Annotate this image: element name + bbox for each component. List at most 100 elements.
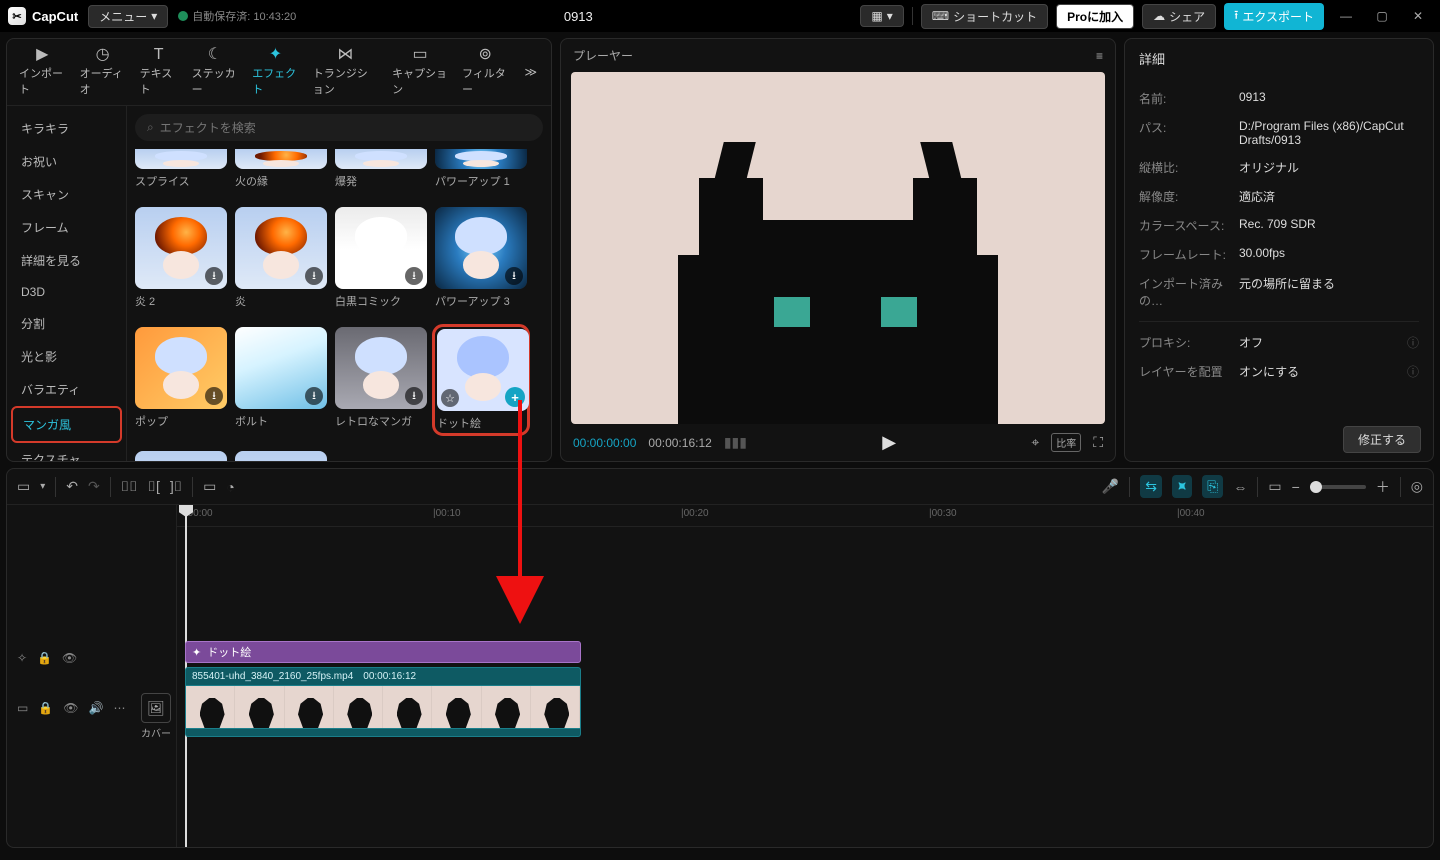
effect-item-レトロなマンガ[interactable]: ⭳レトロなマンガ [335, 327, 427, 433]
zoom-out-icon[interactable]: − [1292, 479, 1300, 495]
player-menu-icon[interactable]: ≡ [1096, 49, 1103, 63]
category-お祝い[interactable]: お祝い [11, 145, 122, 178]
category-テクスチャ[interactable]: テクスチャ [11, 443, 122, 461]
mic-icon[interactable]: 🎤 [1102, 478, 1119, 495]
effect-item-ボルト[interactable]: ⭳ボルト [235, 327, 327, 433]
lock-icon[interactable]: 🔒 [38, 701, 53, 715]
tab-キャプション[interactable]: ▭キャプション [386, 43, 454, 101]
effect-item-爆発[interactable]: 爆発 [335, 149, 427, 189]
minimize-button[interactable]: — [1332, 4, 1360, 28]
category-詳細を見る[interactable]: 詳細を見る [11, 244, 122, 277]
zoom-fit-icon[interactable]: ◎ [1411, 478, 1423, 495]
tab-インポート[interactable]: ▶インポート [13, 43, 72, 101]
speaker-icon[interactable]: 🔊 [89, 701, 104, 715]
undo-icon[interactable]: ↶ [66, 478, 78, 495]
export-button[interactable]: ⭱エクスポート [1224, 3, 1324, 30]
tab-テキスト[interactable]: Tテキスト [134, 43, 184, 101]
timeline-tracks[interactable]: |00:00|00:10|00:20|00:30|00:40 ✦ ドット絵 85… [177, 505, 1433, 847]
mute-video-icon[interactable]: ▭ [17, 701, 28, 715]
effect-item-ポップ[interactable]: ⭳ ポップ [135, 327, 227, 433]
player-title: プレーヤー [573, 47, 633, 64]
zoom-in-icon[interactable]: ＋ [1376, 477, 1390, 497]
lock-icon[interactable]: 🔒 [37, 651, 52, 665]
effect-item-ドット絵[interactable]: ☆+ドット絵 [435, 327, 527, 433]
zoom-slider[interactable] [1310, 485, 1366, 489]
clip-filename: 855401-uhd_3840_2160_25fps.mp4 [192, 671, 353, 682]
effect-item-スプライス[interactable]: スプライス [135, 149, 227, 189]
category-フレーム[interactable]: フレーム [11, 211, 122, 244]
category-光と影[interactable]: 光と影 [11, 340, 122, 373]
focus-icon[interactable]: ⌖ [1031, 434, 1039, 451]
effect-item-炎[interactable]: ⭳炎 [235, 207, 327, 309]
effect-item-白黒コミック[interactable]: ⭳白黒コミック [335, 207, 427, 309]
effect-search[interactable]: ⌕ [135, 114, 543, 141]
video-clip[interactable]: 855401-uhd_3840_2160_25fps.mp4 00:00:16:… [185, 667, 581, 737]
effect-item-unnamed[interactable] [135, 451, 227, 461]
delete-icon[interactable]: ▭ [203, 478, 216, 495]
download-icon[interactable]: ⭳ [405, 267, 423, 285]
fullscreen-icon[interactable]: ⛶ [1093, 434, 1103, 451]
favorite-icon[interactable]: ☆ [441, 389, 459, 407]
marker-icon[interactable]: ◔ [226, 479, 234, 495]
category-分割[interactable]: 分割 [11, 307, 122, 340]
effect-item-パワーアップ 3[interactable]: ⭳パワーアップ 3 [435, 207, 527, 309]
effect-item-パワーアップ 1[interactable]: パワーアップ 1 [435, 149, 527, 189]
download-icon[interactable]: ⭳ [305, 387, 323, 405]
maximize-button[interactable]: ▢ [1368, 4, 1396, 28]
close-button[interactable]: ✕ [1404, 4, 1432, 28]
effect-item-火の縁[interactable]: 火の縁 [235, 149, 327, 189]
download-icon[interactable]: ⭳ [405, 387, 423, 405]
tab-エフェクト[interactable]: ✦エフェクト [246, 43, 305, 101]
effect-clip[interactable]: ✦ ドット絵 [185, 641, 581, 663]
fix-button[interactable]: 修正する [1343, 426, 1421, 453]
info-icon[interactable]: ⓘ [1407, 363, 1419, 380]
eye-icon[interactable]: 👁 [63, 701, 78, 715]
eye-icon[interactable]: 👁 [62, 651, 77, 665]
trim-right-icon[interactable]: ]⌷ [170, 478, 182, 495]
category-キラキラ[interactable]: キラキラ [11, 112, 122, 145]
download-icon[interactable]: ⭳ [205, 387, 223, 405]
cursor-tool-icon[interactable]: ▭ [17, 478, 30, 495]
info-icon[interactable]: ⓘ [1407, 334, 1419, 351]
cursor-dropdown-icon[interactable]: ▾ [40, 481, 45, 492]
more-icon[interactable]: ⋯ [113, 701, 125, 715]
snap-icon[interactable]: ⇆ [1140, 475, 1162, 498]
tab-オーディオ[interactable]: ◷オーディオ [74, 43, 132, 101]
download-icon[interactable]: ⭳ [505, 267, 523, 285]
timeline-ruler[interactable]: |00:00|00:10|00:20|00:30|00:40 [177, 505, 1433, 527]
link-icon[interactable]: ⎘ [1202, 475, 1223, 498]
add-effect-icon[interactable]: + [505, 387, 525, 407]
tab-フィルター[interactable]: ⊚フィルター [456, 43, 514, 101]
preview-viewport[interactable] [571, 72, 1105, 424]
category-バラエティ[interactable]: バラエティ [11, 373, 122, 406]
split-icon[interactable]: ⌷⌷ [121, 478, 138, 495]
effect-search-input[interactable] [160, 121, 531, 135]
play-button[interactable]: ▶ [882, 432, 896, 453]
download-icon[interactable]: ⭳ [205, 267, 223, 285]
share-button[interactable]: ☁シェア [1142, 4, 1216, 29]
ratio-button[interactable]: 比率 [1051, 433, 1081, 452]
magnet-icon[interactable]: ⯍ [1172, 475, 1192, 498]
layout-button[interactable]: ▦▾ [860, 5, 903, 27]
download-icon[interactable]: ⭳ [305, 267, 323, 285]
category-D3D[interactable]: D3D [11, 277, 122, 307]
trim-left-icon[interactable]: ⌷[ [148, 478, 160, 495]
effect-item-unnamed[interactable] [235, 451, 327, 461]
shortcut-button[interactable]: ⌨ショートカット [921, 4, 1048, 29]
pro-join-button[interactable]: Proに加入 [1056, 4, 1134, 29]
align-icon[interactable]: ⇔ [1233, 479, 1247, 495]
tab-トランジション[interactable]: ⋈トランジション [307, 43, 384, 101]
category-マンガ風[interactable]: マンガ風 [11, 406, 122, 443]
effect-toggle-icon[interactable]: ✧ [17, 651, 27, 665]
cover-button[interactable]: 🖼 カバー [139, 693, 173, 740]
preview-mode-icon[interactable]: ▭ [1268, 478, 1281, 495]
effect-item-炎 2[interactable]: ⭳炎 2 [135, 207, 227, 309]
category-スキャン[interactable]: スキャン [11, 178, 122, 211]
menu-button[interactable]: メニュー▾ [88, 5, 168, 28]
tab-ステッカー[interactable]: ☾ステッカー [186, 43, 245, 101]
redo-icon[interactable]: ↷ [88, 478, 100, 495]
tabs-more-icon[interactable]: ≫ [516, 61, 545, 83]
chevron-down-icon: ▾ [887, 9, 893, 23]
eq-icon[interactable]: ▮▮▮ [724, 434, 747, 451]
effect-label: ポップ [135, 413, 227, 429]
